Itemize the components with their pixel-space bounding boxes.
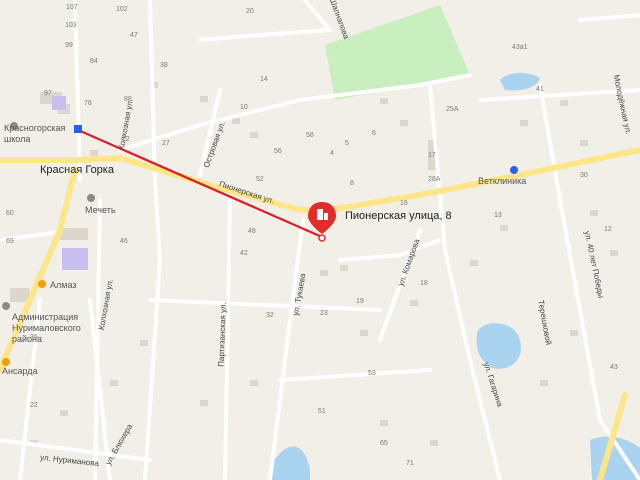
house-number: 19 (356, 298, 364, 305)
admin-icon (2, 302, 10, 310)
house-number: 10 (240, 104, 248, 111)
house-number: 12 (604, 226, 612, 233)
house-number: 103 (65, 22, 77, 29)
house-number: 20 (246, 8, 254, 15)
school-building (52, 96, 66, 110)
house-number: 13 (494, 212, 502, 219)
house-number: 6 (372, 130, 376, 137)
house-number: 58 (306, 132, 314, 139)
house-number: 43а1 (512, 44, 528, 51)
house-number: 43 (610, 364, 618, 371)
house-number: 27 (162, 140, 170, 147)
house-number: 25A (446, 106, 459, 113)
mosque-label: Мечеть (85, 205, 116, 215)
vet-label: Ветклиника (478, 176, 527, 186)
shop-label: Алмаз (50, 280, 77, 290)
house-number: 30 (580, 172, 588, 179)
map-canvas[interactable]: Пионерская улица, 8 Красная Горка Красно… (0, 0, 640, 480)
house-number: 5 (345, 140, 349, 147)
admin-building (62, 248, 88, 270)
house-number: 16 (400, 200, 408, 207)
sarda-label: Ансарда (2, 366, 38, 376)
marker-label: Пионерская улица, 8 (345, 210, 452, 222)
house-number: 78 (84, 100, 92, 107)
house-number: 51 (318, 408, 326, 415)
house-number: 56 (274, 148, 282, 155)
park-area (325, 5, 470, 100)
house-number: 47 (130, 32, 138, 39)
house-number: 17 (428, 152, 436, 159)
lake-east (476, 323, 521, 369)
house-number: 102 (116, 6, 128, 13)
lake-north (500, 73, 540, 91)
house-number: 14 (260, 76, 268, 83)
house-number: 38 (160, 62, 168, 69)
house-number: 4 (330, 150, 334, 157)
house-number: 97 (44, 90, 52, 97)
house-number: 65 (380, 440, 388, 447)
admin-label: Администрация Нурималовского района (12, 312, 81, 344)
house-number: 53 (368, 370, 376, 377)
house-number: 22 (30, 402, 38, 409)
route-line (77, 128, 323, 239)
school-label: Красногорская школа (4, 123, 66, 144)
vet-icon (510, 166, 518, 174)
house-number: 60 (6, 210, 14, 217)
house-number: 18 (420, 280, 428, 287)
house-number: 99 (65, 42, 73, 49)
house-number: 8 (350, 180, 354, 187)
mosque-icon (87, 194, 95, 202)
house-number: 41 (536, 86, 544, 93)
sarda-icon (2, 358, 10, 366)
house-number: 32 (266, 312, 274, 319)
house-number: 88 (124, 96, 132, 103)
house-number: 42 (240, 250, 248, 257)
house-number: 28A (428, 176, 441, 183)
house-number: 23 (320, 310, 328, 317)
house-number: 46 (120, 238, 128, 245)
house-number: 84 (90, 58, 98, 65)
city-label: Красная Горка (40, 164, 114, 176)
marker-dot (318, 234, 326, 242)
house-number: 71 (406, 460, 414, 467)
house-number: 48 (248, 228, 256, 235)
marker-pin[interactable] (308, 202, 336, 234)
shop-icon (38, 280, 46, 288)
house-number: 107 (66, 4, 78, 11)
house-number: 52 (256, 176, 264, 183)
house-number: 36 (30, 334, 38, 341)
house-number: 69 (6, 238, 14, 245)
house-number: 72 (122, 136, 130, 143)
